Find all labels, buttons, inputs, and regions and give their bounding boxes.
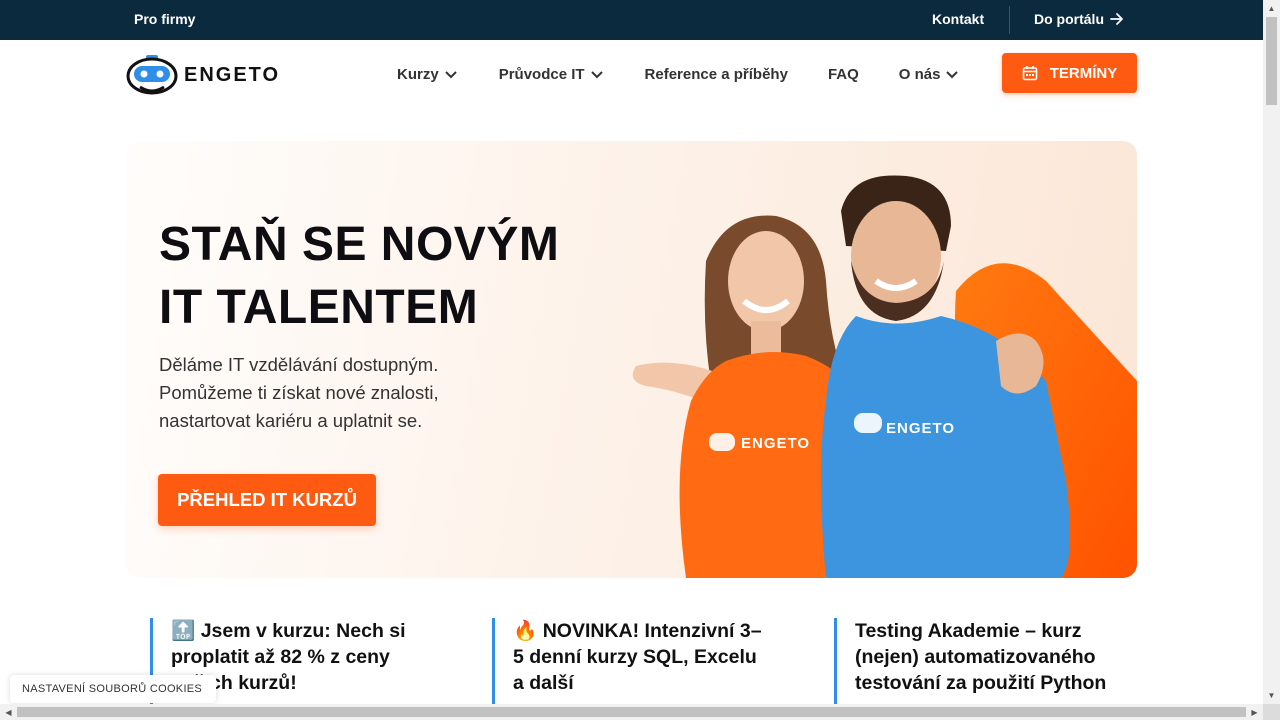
chevron-down-icon <box>590 70 603 78</box>
nav-item-label: O nás <box>898 66 941 83</box>
hero-text-line2: Pomůžeme ti získat nové znalosti, <box>159 382 439 403</box>
hero-text-line3: nastartovat kariéru a uplatnit se. <box>159 410 423 431</box>
nav-item-o-nas[interactable]: O nás <box>899 66 959 83</box>
do-portalu-label: Do portálu <box>1034 11 1104 27</box>
news-item-text: NOVINKA! Intenzivní 3–5 denní kurzy SQL,… <box>513 620 762 694</box>
nav-item-pruvodce-it[interactable]: Průvodce IT <box>499 66 603 83</box>
hero-people-image: ENGETO ENGETO <box>632 175 1137 578</box>
vertical-scrollbar[interactable]: ▲ ▼ <box>1263 0 1280 704</box>
arrow-right-icon <box>1110 13 1123 25</box>
nav-item-label: Průvodce IT <box>498 66 585 83</box>
hero-banner: STAŇ SE NOVÝM IT TALENTEM Děláme IT vzdě… <box>126 141 1137 578</box>
do-portalu-link[interactable]: Do portálu <box>1034 11 1124 27</box>
chevron-down-icon <box>946 70 959 78</box>
news-item-testing-akademie[interactable]: Testing Akademie – kurz (nejen) automati… <box>834 618 1109 708</box>
scrollbar-corner <box>1263 704 1280 720</box>
vertical-scroll-thumb[interactable] <box>1266 17 1277 105</box>
terminy-label: TERMÍNY <box>1049 64 1118 82</box>
news-item-novinka[interactable]: 🔥 NOVINKA! Intenzivní 3–5 denní kurzy SQ… <box>492 618 767 708</box>
cookie-settings-button[interactable]: NASTAVENÍ SOUBORŮ COOKIES <box>10 675 216 703</box>
scroll-left-arrow-icon[interactable]: ◀ <box>0 704 17 720</box>
engeto-logo[interactable]: ENGETO <box>126 54 280 96</box>
top-icon: 🔝 <box>171 620 196 642</box>
terminy-button[interactable]: TERMÍNY <box>1002 53 1137 93</box>
prehled-kurzu-button[interactable]: PŘEHLED IT KURZŮ <box>158 474 376 526</box>
nav-item-reference[interactable]: Reference a příběhy <box>645 66 788 83</box>
logo-wordmark: ENGETO <box>184 63 281 86</box>
hero-description: Děláme IT vzdělávání dostupným. Pomůžeme… <box>159 351 499 435</box>
chevron-down-icon <box>444 70 457 78</box>
hero-text-line1: Děláme IT vzdělávání dostupným. <box>159 354 439 375</box>
fire-icon: 🔥 <box>513 620 538 642</box>
calendar-icon <box>1022 66 1038 81</box>
scroll-down-arrow-icon[interactable]: ▼ <box>1263 687 1280 704</box>
nav-menu: Kurzy Průvodce IT Reference a příběhy FA… <box>397 66 959 83</box>
kontakt-link[interactable]: Kontakt <box>932 11 984 27</box>
main-navigation: ENGETO Kurzy Průvodce IT Reference a pří… <box>0 40 1263 110</box>
nav-item-label: Kurzy <box>397 66 439 83</box>
horizontal-scroll-thumb[interactable] <box>17 707 1246 717</box>
nav-item-label: Reference a příběhy <box>644 66 788 83</box>
pro-firmy-link[interactable]: Pro firmy <box>134 11 195 27</box>
hero-title-line2: IT TALENTEM <box>159 281 479 334</box>
horizontal-scrollbar[interactable]: ◀ ▶ <box>0 704 1263 720</box>
man-shirt-logo-text: ENGETO <box>886 420 955 437</box>
nav-item-label: FAQ <box>827 66 859 83</box>
nav-item-faq[interactable]: FAQ <box>828 66 859 83</box>
top-bar: Pro firmy Kontakt Do portálu <box>0 0 1263 40</box>
woman-shirt-logo-text: ENGETO <box>741 435 810 452</box>
scroll-up-arrow-icon[interactable]: ▲ <box>1263 0 1280 17</box>
robot-logo-icon <box>126 55 178 95</box>
nav-item-kurzy[interactable]: Kurzy <box>397 66 457 83</box>
woman-shirt-logo: ENGETO <box>709 433 810 452</box>
scroll-right-arrow-icon[interactable]: ▶ <box>1246 704 1263 720</box>
topbar-divider <box>1009 6 1010 34</box>
news-item-text: Testing Akademie – kurz (nejen) automati… <box>855 620 1107 694</box>
